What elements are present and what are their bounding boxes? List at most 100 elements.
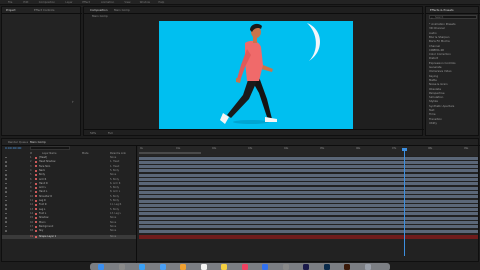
playhead-handle[interactable]: [402, 148, 407, 151]
safari-icon[interactable]: [139, 264, 145, 270]
mail-icon[interactable]: [159, 264, 166, 270]
menu-item-file[interactable]: File: [8, 1, 12, 4]
layer-row[interactable]: 12 Foot R 11. Leg R: [2, 203, 136, 207]
layer-row[interactable]: 15 Shadow None: [2, 216, 136, 220]
layer-row[interactable]: 6 Arm R 5. Body: [2, 178, 136, 182]
work-area-bar[interactable]: [139, 152, 201, 154]
layer-parent[interactable]: None: [110, 221, 116, 224]
composition-canvas[interactable]: [159, 21, 353, 130]
layer-row[interactable]: 5 Body None: [2, 173, 136, 177]
photos-icon[interactable]: [180, 264, 186, 270]
layer-duration-bar[interactable]: [139, 221, 478, 224]
playhead[interactable]: [404, 148, 405, 256]
layer-row[interactable]: 7 Hand R 6. Arm R: [2, 182, 136, 186]
layer-parent[interactable]: None: [110, 235, 116, 238]
visibility-eye-icon[interactable]: [5, 165, 7, 168]
visibility-eye-icon[interactable]: [5, 156, 7, 159]
layer-parent[interactable]: 13. Leg L: [110, 212, 121, 215]
layer-row[interactable]: 2 Head Shadow 1. Head: [2, 160, 136, 164]
visibility-eye-icon[interactable]: [5, 195, 7, 198]
layer-duration-bar[interactable]: [139, 173, 478, 177]
visibility-eye-icon[interactable]: [5, 229, 7, 232]
layer-parent[interactable]: 5. Body: [110, 178, 119, 181]
layer-parent[interactable]: 1. Head: [110, 165, 119, 168]
effects-search-input[interactable]: ⌕ Search: [429, 15, 477, 20]
menu-item-composition[interactable]: Composition: [39, 1, 55, 4]
layer-row[interactable]: 14 Foot L 13. Leg L: [2, 212, 136, 216]
finder-icon[interactable]: [98, 264, 104, 270]
layer-duration-bar[interactable]: [139, 182, 478, 186]
layer-parent[interactable]: 1. Head: [110, 160, 119, 163]
layer-parent[interactable]: None: [110, 229, 116, 232]
visibility-eye-icon[interactable]: [5, 225, 7, 228]
visibility-eye-icon[interactable]: [5, 199, 7, 202]
panel-menu-icon[interactable]: ›: [72, 100, 75, 104]
menu-item-effect[interactable]: Effect: [82, 1, 89, 4]
appstore-icon[interactable]: [262, 264, 268, 270]
layer-duration-bar[interactable]: [139, 160, 478, 164]
visibility-eye-icon[interactable]: [5, 204, 7, 206]
layer-row[interactable]: 16 Moon None: [2, 221, 136, 225]
visibility-eye-icon[interactable]: [5, 174, 7, 176]
launchpad-icon[interactable]: [118, 264, 125, 270]
layer-parent[interactable]: 6. Arm R: [110, 182, 120, 185]
effects-category-item[interactable]: Utility: [429, 121, 437, 125]
layer-duration-bar[interactable]: [139, 225, 478, 229]
layer-row[interactable]: 9 Hand L 8. Arm L: [2, 190, 136, 194]
layer-parent[interactable]: 11. Leg R: [110, 203, 121, 206]
visibility-eye-icon[interactable]: [5, 186, 7, 189]
menu-item-view[interactable]: View: [124, 1, 130, 4]
layer-parent[interactable]: None: [110, 156, 116, 159]
layer-duration-bar[interactable]: [139, 178, 478, 181]
resolution-dropdown[interactable]: Full: [106, 130, 115, 136]
layer-duration-bar[interactable]: [139, 203, 478, 207]
layer-row[interactable]: 17 Background None: [2, 225, 136, 229]
layer-duration-bar[interactable]: [139, 199, 478, 203]
visibility-eye-icon[interactable]: [5, 212, 7, 215]
visibility-eye-icon[interactable]: [5, 169, 7, 172]
layer-row[interactable]: 8 Arm L 5. Body: [2, 186, 136, 190]
visibility-eye-icon[interactable]: [5, 191, 7, 193]
time-ruler[interactable]: 0s 01s 02s 03s 04s 05s 06s 07s 08s 09s: [138, 146, 478, 156]
layer-row[interactable]: 4 Neck 5. Body: [2, 169, 136, 173]
visibility-eye-icon[interactable]: [5, 208, 7, 211]
layer-parent[interactable]: 5. Body: [110, 208, 119, 211]
visibility-eye-icon[interactable]: [5, 161, 7, 163]
photoshop-icon[interactable]: [323, 264, 330, 270]
layer-row[interactable]: 18 Sky None: [2, 229, 136, 233]
layer-duration-bar[interactable]: [139, 212, 478, 216]
menu-item-layer[interactable]: Layer: [65, 1, 72, 4]
layer-duration-bar[interactable]: [139, 208, 478, 212]
settings-icon[interactable]: [282, 264, 289, 270]
layer-row[interactable]: 3 Face Skin 1. Head: [2, 165, 136, 169]
layer-duration-bar[interactable]: [139, 165, 478, 169]
timecode-display[interactable]: 0:00:00:00: [5, 146, 21, 150]
illustrator-icon[interactable]: [344, 264, 350, 270]
layer-parent[interactable]: None: [110, 173, 116, 176]
layer-parent[interactable]: None: [110, 216, 116, 219]
layer-row[interactable]: 1 [Head] None: [2, 156, 136, 160]
layer-duration-bar[interactable]: [139, 195, 478, 199]
layer-parent[interactable]: 5. Body: [110, 169, 119, 172]
layer-duration-bar[interactable]: [139, 186, 478, 190]
layer-row[interactable]: 11 Leg R 5. Body: [2, 199, 136, 203]
layer-parent[interactable]: None: [110, 225, 116, 228]
menu-item-animation[interactable]: Animation: [101, 1, 114, 4]
notes-icon[interactable]: [221, 264, 227, 270]
layer-duration-bar[interactable]: [139, 156, 478, 160]
aftereffects-icon[interactable]: [303, 264, 309, 270]
layer-parent[interactable]: 5. Body: [110, 186, 119, 189]
menu-item-edit[interactable]: Edit: [23, 1, 28, 4]
selected-layer-row[interactable]: 19 Shape Layer 1 None: [2, 235, 136, 239]
timeline-search-input[interactable]: [30, 146, 70, 150]
layer-parent[interactable]: 5. Body: [110, 195, 119, 198]
layer-parent[interactable]: 5. Body: [110, 199, 119, 202]
music-icon[interactable]: [241, 264, 248, 270]
layer-row[interactable]: 10 Shoulder R 5. Body: [2, 195, 136, 199]
visibility-eye-icon[interactable]: [5, 217, 7, 219]
layer-duration-bar[interactable]: [139, 190, 478, 194]
visibility-eye-icon[interactable]: [5, 178, 7, 180]
layer-duration-bar[interactable]: [139, 229, 478, 233]
menu-item-help[interactable]: Help: [158, 1, 164, 4]
visibility-eye-icon[interactable]: [5, 221, 7, 223]
